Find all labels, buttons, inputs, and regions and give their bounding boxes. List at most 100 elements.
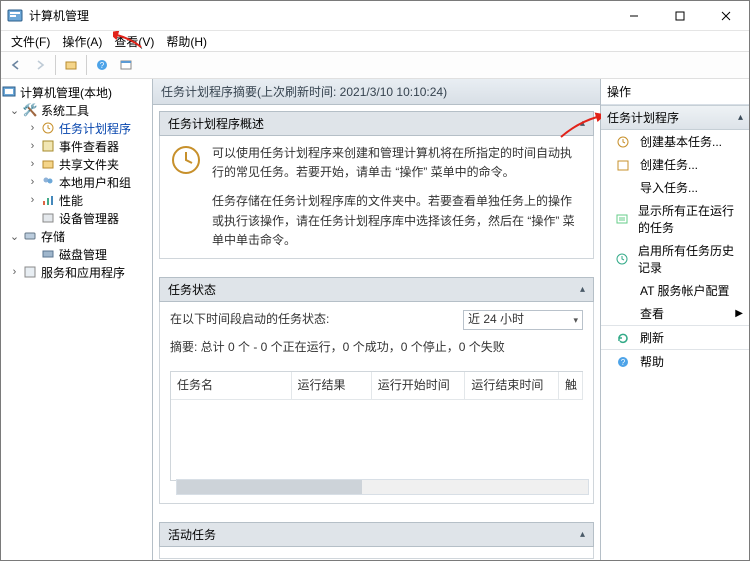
blank-icon [615,180,631,196]
shared-folders-icon [40,156,56,172]
action-label: 显示所有正在运行的任务 [638,202,743,236]
col-trigger[interactable]: 触 [559,372,583,399]
col-end[interactable]: 运行结束时间 [465,372,559,399]
minimize-button[interactable] [611,1,657,30]
toolbar-divider [86,55,87,75]
tree-local-users[interactable]: 本地用户和组 [59,174,131,191]
action-view[interactable]: 查看 ▶ [601,302,749,325]
computer-icon [1,84,17,100]
toolbar-options-button[interactable] [115,54,137,76]
nav-tree[interactable]: 计算机管理(本地) ⌄🛠️系统工具 ›任务计划程序 ›事件查看器 ›共享文件夹 … [1,79,153,560]
tree-shared-folders[interactable]: 共享文件夹 [59,156,119,173]
action-create-basic-task[interactable]: 创建基本任务... [601,130,749,153]
chevron-down-icon: ▾ [573,313,578,327]
clock-icon [615,134,631,150]
chevron-right-icon[interactable]: › [27,140,38,152]
task-state-range-label: 在以下时间段启动的任务状态: [170,310,329,329]
summary-header: 任务计划程序摘要(上次刷新时间: 2021/3/10 10:10:24) [153,79,600,105]
performance-icon [40,192,56,208]
action-label: 帮助 [640,353,664,370]
task-state-content: 在以下时间段启动的任务状态: 近 24 小时 ▾ 摘要: 总计 0 个 - 0 … [159,302,594,504]
action-show-running[interactable]: 显示所有正在运行的任务 [601,199,749,239]
clock-icon [40,120,56,136]
users-icon [40,174,56,190]
tree-event-viewer[interactable]: 事件查看器 [59,138,119,155]
overview-title: 任务计划程序概述 [168,115,264,132]
chevron-right-icon[interactable]: › [27,158,38,170]
chevron-down-icon[interactable]: ⌄ [9,104,20,117]
action-label: 查看 [640,305,664,322]
tree-performance[interactable]: 性能 [59,192,83,209]
blank-icon [615,283,631,299]
task-state-summary: 摘要: 总计 0 个 - 0 个正在运行，0 个成功，0 个停止，0 个失败 [170,338,583,357]
chevron-right-icon: ▶ [735,308,743,319]
action-enable-history[interactable]: 启用所有任务历史记录 [601,239,749,279]
close-button[interactable] [703,1,749,30]
toolbar-folder-button[interactable] [60,54,82,76]
chevron-up-icon: ▴ [580,118,585,129]
active-tasks-title: 活动任务 [168,526,216,543]
tree-services-apps[interactable]: 服务和应用程序 [41,264,125,281]
chevron-down-icon[interactable]: ⌄ [9,230,20,243]
menu-file[interactable]: 文件(F) [7,31,54,52]
active-tasks-header[interactable]: 活动任务 ▴ [159,522,594,547]
time-range-dropdown[interactable]: 近 24 小时 ▾ [463,310,583,330]
task-state-table[interactable]: 任务名 运行结果 运行开始时间 运行结束时间 触 [170,371,583,481]
col-task-name[interactable]: 任务名 [171,372,292,399]
toolbar-divider [55,55,56,75]
app-icon [7,8,23,24]
menu-help[interactable]: 帮助(H) [162,31,211,52]
horizontal-scrollbar[interactable] [176,479,589,495]
tree-disk-management[interactable]: 磁盘管理 [59,246,107,263]
overview-content: 可以使用任务计划程序来创建和管理计算机将在所指定的时间自动执行的常见任务。若要开… [159,136,594,259]
svg-text:?: ? [100,61,105,70]
event-viewer-icon [40,138,56,154]
history-icon [615,251,629,267]
actions-title: 操作 [601,79,749,105]
actions-pane: 操作 任务计划程序 ▴ 创建基本任务... 创建任务... 导入任务... 显示… [601,79,749,560]
toolbar-back-button[interactable] [5,54,27,76]
toolbar-help-button[interactable]: ? [91,54,113,76]
menu-view[interactable]: 查看(V) [110,31,158,52]
action-help[interactable]: ? 帮助 [601,350,749,373]
help-icon: ? [615,354,631,370]
maximize-button[interactable] [657,1,703,30]
toolbar-forward-button[interactable] [29,54,51,76]
chevron-right-icon[interactable]: › [27,194,38,206]
action-refresh[interactable]: 刷新 [601,326,749,349]
col-result[interactable]: 运行结果 [292,372,372,399]
chevron-right-icon[interactable]: › [9,266,20,278]
tree-task-scheduler[interactable]: 任务计划程序 [59,120,131,137]
device-mgr-icon [40,210,56,226]
menu-action[interactable]: 操作(A) [58,31,106,52]
summary-header-prefix: 任务计划程序摘要(上次刷新时间: [161,85,340,99]
clock-large-icon [170,144,202,176]
svg-text:?: ? [621,358,626,367]
overview-header[interactable]: 任务计划程序概述 ▴ [159,111,594,136]
action-import-task[interactable]: 导入任务... [601,176,749,199]
chevron-up-icon: ▴ [738,112,743,123]
tree-storage[interactable]: 存储 [41,228,65,245]
chevron-right-icon[interactable]: › [27,176,38,188]
action-at-service[interactable]: AT 服务帐户配置 [601,279,749,302]
list-icon [615,211,629,227]
action-label: 创建基本任务... [640,133,722,150]
tree-system-tools[interactable]: 系统工具 [41,102,89,119]
chevron-right-icon[interactable]: › [27,122,38,134]
action-create-task[interactable]: 创建任务... [601,153,749,176]
overview-p2: 任务存储在任务计划程序库的文件夹中。若要查看单独任务上的操作或执行该操作，请在任… [212,192,583,250]
refresh-icon [615,330,631,346]
tree-root[interactable]: 计算机管理(本地) [20,84,112,101]
chevron-up-icon: ▴ [580,529,585,540]
action-label: 启用所有任务历史记录 [638,242,743,276]
col-start[interactable]: 运行开始时间 [372,372,466,399]
task-state-header[interactable]: 任务状态 ▴ [159,277,594,302]
action-label: 刷新 [640,329,664,346]
overview-p1: 可以使用任务计划程序来创建和管理计算机将在所指定的时间自动执行的常见任务。若要开… [212,144,583,182]
tree-device-manager[interactable]: 设备管理器 [59,210,119,227]
disk-mgmt-icon [40,246,56,262]
actions-section-header[interactable]: 任务计划程序 ▴ [601,105,749,130]
action-label: 创建任务... [640,156,698,173]
action-label: 导入任务... [640,179,698,196]
actions-section-label: 任务计划程序 [607,109,679,126]
